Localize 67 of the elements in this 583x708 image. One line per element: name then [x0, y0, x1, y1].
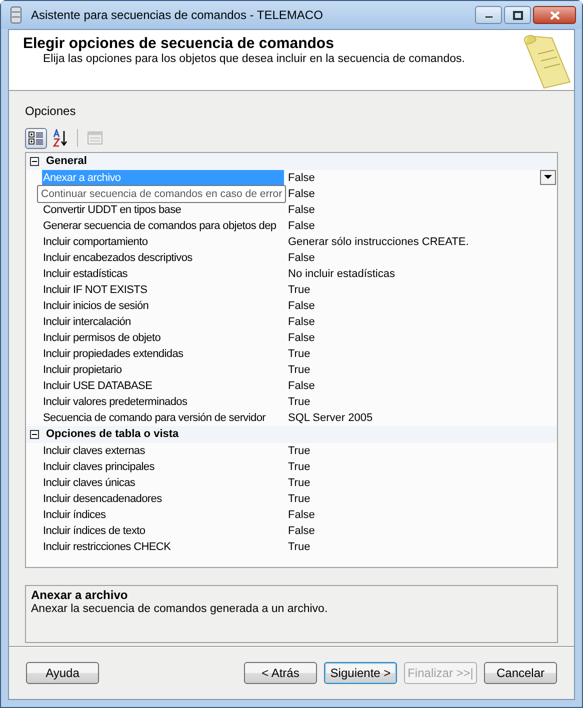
description-text: Anexar la secuencia de comandos generada a un archivo.: [31, 603, 329, 615]
property-name[interactable]: Incluir claves únicas: [42, 475, 284, 491]
property-value[interactable]: True: [288, 396, 557, 408]
property-name[interactable]: Incluir propiedades extendidas: [42, 346, 284, 362]
property-name[interactable]: Incluir IF NOT EXISTS: [42, 282, 284, 298]
close-icon: [550, 10, 560, 20]
wizard-button[interactable]: Ayuda: [26, 662, 99, 684]
property-value[interactable]: False: [288, 332, 557, 344]
categorized-button[interactable]: [25, 128, 47, 148]
property-value[interactable]: False: [288, 300, 557, 312]
tooltip: Continuar secuencia de comandos en caso de error: [37, 185, 286, 203]
property-name[interactable]: Incluir encabezados descriptivos: [42, 250, 284, 266]
collapse-icon[interactable]: [30, 156, 39, 166]
property-value[interactable]: True: [288, 445, 557, 457]
property-value[interactable]: False: [288, 220, 557, 232]
property-name[interactable]: Incluir comportamiento: [42, 234, 284, 250]
dropdown-button[interactable]: [540, 170, 556, 185]
property-value[interactable]: True: [288, 541, 557, 553]
property-name[interactable]: Incluir permisos de objeto: [42, 330, 284, 346]
property-value[interactable]: True: [288, 461, 557, 473]
property-value[interactable]: True: [288, 493, 557, 505]
category-header: Opciones de tabla o vista: [46, 428, 179, 440]
property-name[interactable]: Incluir valores predeterminados: [42, 394, 284, 410]
wizard-button[interactable]: Cancelar: [484, 662, 557, 684]
collapse-icon[interactable]: [30, 430, 39, 438]
property-name[interactable]: Secuencia de comando para versión de servidor: [42, 410, 284, 426]
property-name[interactable]: Incluir claves externas: [42, 443, 284, 459]
property-value[interactable]: True: [288, 284, 557, 296]
property-value[interactable]: False: [288, 204, 557, 216]
property-value[interactable]: SQL Server 2005: [288, 412, 557, 424]
wizard-button[interactable]: Siguiente >: [324, 662, 397, 684]
property-name[interactable]: Incluir intercalación: [42, 314, 284, 330]
wizard-button[interactable]: < Atrás: [244, 662, 317, 684]
property-name[interactable]: Incluir USE DATABASE: [42, 378, 284, 394]
property-value[interactable]: False: [288, 509, 557, 521]
maximize-button[interactable]: [504, 6, 531, 24]
property-name[interactable]: Incluir desencadenadores: [42, 491, 284, 507]
property-value[interactable]: Generar sólo instrucciones CREATE.: [288, 236, 557, 248]
property-name[interactable]: Incluir restricciones CHECK: [42, 539, 284, 555]
property-name[interactable]: Incluir propietario: [42, 362, 284, 378]
page-subtitle: Elija las opciones para los objetos que desea incluir en la secuencia de comandos.: [43, 53, 466, 65]
property-value[interactable]: True: [288, 348, 557, 360]
property-value[interactable]: False: [288, 188, 557, 200]
property-name[interactable]: Incluir estadísticas: [42, 266, 284, 282]
property-value[interactable]: False: [288, 316, 557, 328]
page-title: Elegir opciones de secuencia de comandos: [23, 35, 335, 52]
property-value[interactable]: False: [288, 172, 557, 184]
property-name[interactable]: Incluir inicios de sesión: [42, 298, 284, 314]
maximize-icon: [512, 10, 522, 20]
property-name[interactable]: Convertir UDDT en tipos base: [42, 202, 284, 218]
category-header: General: [46, 155, 87, 167]
window-title: Asistente para secuencias de comandos - TELEMACO: [31, 8, 324, 22]
description-title: Anexar a archivo: [31, 588, 129, 602]
close-button[interactable]: [533, 6, 576, 24]
property-name[interactable]: Incluir índices de texto: [42, 523, 284, 539]
property-value[interactable]: True: [288, 364, 557, 376]
property-value[interactable]: No incluir estadísticas: [288, 268, 557, 280]
property-name[interactable]: Generar secuencia de comandos para objetos dep: [42, 218, 284, 234]
property-value[interactable]: False: [288, 380, 557, 392]
database-icon: [9, 6, 23, 24]
property-name[interactable]: Incluir claves principales: [42, 459, 284, 475]
property-name[interactable]: Incluir índices: [42, 507, 284, 523]
caret-icon: [544, 175, 552, 180]
options-label: Opciones: [25, 104, 77, 120]
property-value[interactable]: False: [288, 252, 557, 264]
property-value[interactable]: False: [288, 525, 557, 537]
property-value[interactable]: True: [288, 477, 557, 489]
